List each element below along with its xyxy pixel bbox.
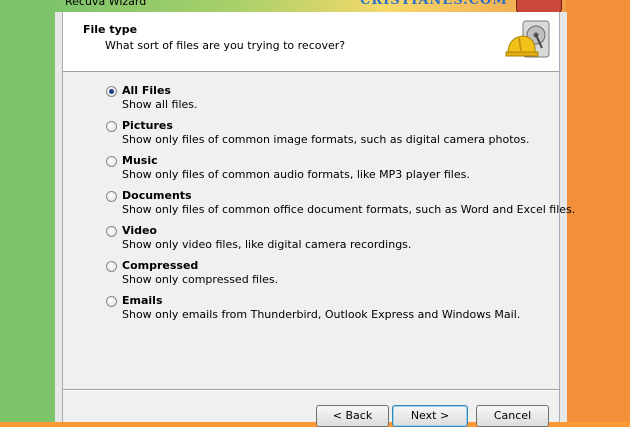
next-button[interactable]: Next >: [392, 405, 468, 427]
radio-video[interactable]: [106, 226, 117, 237]
option-label: Video: [122, 224, 157, 237]
radio-music[interactable]: [106, 156, 117, 167]
option-description: Show only video files, like digital came…: [122, 238, 412, 251]
option-label: All Files: [122, 84, 171, 97]
desktop-background-right: [566, 0, 630, 422]
desktop-background-left: [0, 0, 62, 422]
option-description: Show only emails from Thunderbird, Outlo…: [122, 308, 521, 321]
option-label: Music: [122, 154, 158, 167]
option-description: Show only files of common audio formats,…: [122, 168, 470, 181]
radio-emails[interactable]: [106, 296, 117, 307]
page-subtitle: What sort of files are you trying to rec…: [105, 39, 346, 52]
option-label: Emails: [122, 294, 163, 307]
cancel-button[interactable]: Cancel: [476, 405, 549, 427]
page-title: File type: [83, 23, 138, 36]
option-description: Show only compressed files.: [122, 273, 279, 286]
option-description: Show all files.: [122, 98, 198, 111]
option-label: Documents: [122, 189, 192, 202]
watermark-text: CRISTIANES.COM: [360, 0, 508, 8]
radio-pictures[interactable]: [106, 121, 117, 132]
file-type-options: All Files Show all files. Pictures Show …: [63, 72, 575, 390]
hard-drive-helmet-icon: [505, 20, 550, 58]
radio-compressed[interactable]: [106, 261, 117, 272]
window-title: Recuva Wizard: [65, 0, 147, 8]
option-description: Show only files of common office documen…: [122, 203, 576, 216]
option-label: Compressed: [122, 259, 199, 272]
wizard-header: File type What sort of files are you try…: [63, 12, 559, 72]
window-frame-left: [55, 12, 63, 422]
radio-all-files[interactable]: [106, 86, 117, 97]
option-label: Pictures: [122, 119, 173, 132]
title-bar[interactable]: Recuva Wizard CRISTIANES.COM: [55, 0, 566, 13]
back-button[interactable]: < Back: [316, 405, 389, 427]
option-description: Show only files of common image formats,…: [122, 133, 530, 146]
window-frame-right: [559, 12, 567, 422]
footer-divider: [63, 389, 559, 391]
radio-documents[interactable]: [106, 191, 117, 202]
